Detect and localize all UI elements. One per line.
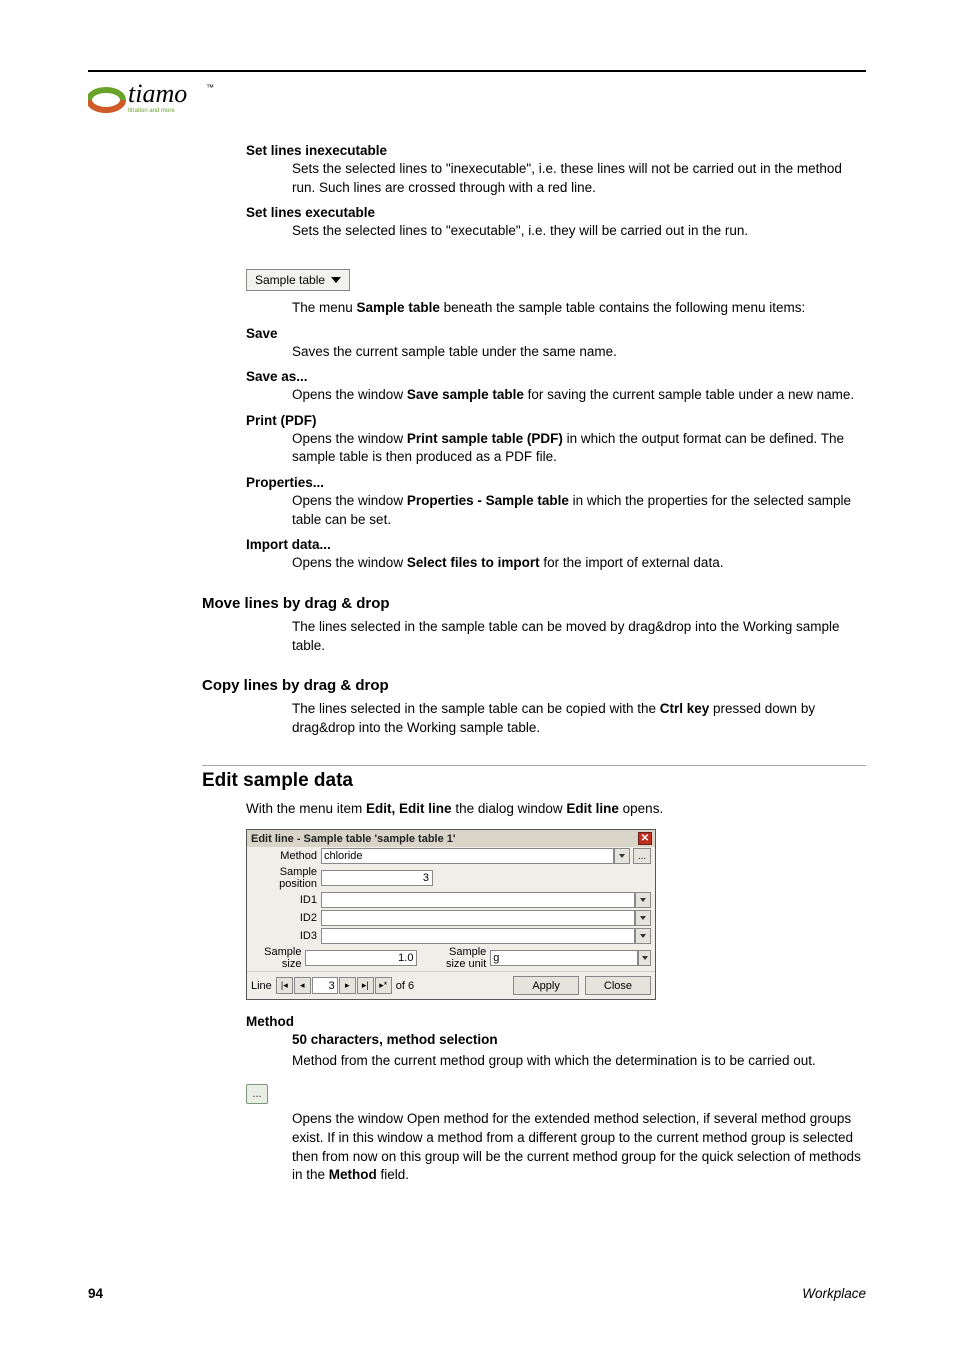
term-save-as: Save as... xyxy=(246,369,866,384)
term-properties: Properties... xyxy=(246,475,866,490)
term-set-inexecutable: Set lines inexecutable xyxy=(246,143,866,158)
method-sub: 50 characters, method selection xyxy=(292,1031,866,1050)
prev-line-button[interactable]: ◂ xyxy=(294,977,311,994)
dialog-title-text: Edit line - Sample table 'sample table 1… xyxy=(251,833,456,845)
id1-dropdown[interactable] xyxy=(635,892,651,908)
heading-move-lines: Move lines by drag & drop xyxy=(202,595,866,612)
sample-size-label: Sample size xyxy=(251,946,305,970)
svg-text:titration and more: titration and more xyxy=(128,108,175,114)
page-number: 94 xyxy=(88,1286,103,1301)
id3-dropdown[interactable] xyxy=(635,928,651,944)
header-rule xyxy=(88,70,866,72)
method-dropdown[interactable] xyxy=(614,848,630,864)
next-line-button[interactable]: ▸ xyxy=(339,977,356,994)
dialog-titlebar: Edit line - Sample table 'sample table 1… xyxy=(247,830,655,847)
sample-position-label: Sample position xyxy=(251,866,321,890)
id3-label: ID3 xyxy=(251,930,321,942)
section-edit-sample-data: Edit sample data xyxy=(202,765,866,792)
heading-edit-sample-data: Edit sample data xyxy=(202,770,866,792)
desc-import-data: Opens the window Select files to import … xyxy=(292,554,866,573)
open-method-desc: Opens the window Open method for the ext… xyxy=(292,1110,866,1185)
id1-label: ID1 xyxy=(251,894,321,906)
edit-sample-intro: With the menu item Edit, Edit line the d… xyxy=(246,800,866,819)
heading-copy-lines: Copy lines by drag & drop xyxy=(202,677,866,694)
chevron-down-icon xyxy=(619,854,625,858)
id1-field[interactable] xyxy=(321,892,635,908)
id2-label: ID2 xyxy=(251,912,321,924)
sample-table-button[interactable]: Sample table xyxy=(246,269,350,291)
id3-field[interactable] xyxy=(321,928,635,944)
section-name: Workplace xyxy=(802,1286,866,1301)
term-save: Save xyxy=(246,326,866,341)
sample-size-unit-field[interactable] xyxy=(490,950,638,966)
desc-set-executable: Sets the selected lines to "executable",… xyxy=(292,222,866,241)
term-method: Method xyxy=(246,1014,866,1029)
desc-save-as: Opens the window Save sample table for s… xyxy=(292,386,866,405)
svg-text:™: ™ xyxy=(206,83,214,92)
desc-copy-lines: The lines selected in the sample table c… xyxy=(292,700,866,737)
sample-size-unit-label: Sample size unit xyxy=(430,946,491,970)
term-print-pdf: Print (PDF) xyxy=(246,413,866,428)
sample-position-field[interactable] xyxy=(321,870,433,886)
close-icon[interactable]: ✕ xyxy=(638,832,652,845)
sample-table-button-label: Sample table xyxy=(255,273,325,287)
open-method-button[interactable]: ... xyxy=(246,1084,268,1104)
edit-line-dialog: Edit line - Sample table 'sample table 1… xyxy=(246,829,656,1000)
desc-properties: Opens the window Properties - Sample tab… xyxy=(292,492,866,529)
term-import-data: Import data... xyxy=(246,537,866,552)
first-line-button[interactable]: |◂ xyxy=(276,977,293,994)
sample-size-unit-dropdown[interactable] xyxy=(638,950,651,966)
svg-text:tiamo: tiamo xyxy=(128,79,187,108)
desc-save: Saves the current sample table under the… xyxy=(292,343,866,362)
id2-dropdown[interactable] xyxy=(635,910,651,926)
method-field[interactable] xyxy=(321,848,614,864)
method-label: Method xyxy=(251,850,321,862)
page-footer: 94 Workplace xyxy=(88,1286,866,1301)
line-total-text: of 6 xyxy=(396,980,414,992)
chevron-down-icon xyxy=(640,934,646,938)
id2-field[interactable] xyxy=(321,910,635,926)
desc-set-inexecutable: Sets the selected lines to "inexecutable… xyxy=(292,160,866,197)
new-line-button[interactable]: ▸* xyxy=(375,977,392,994)
sample-table-intro: The menu Sample table beneath the sample… xyxy=(292,299,866,318)
line-number-field[interactable] xyxy=(312,977,338,994)
method-desc: Method from the current method group wit… xyxy=(292,1052,866,1071)
close-button[interactable]: Close xyxy=(585,976,651,995)
desc-move-lines: The lines selected in the sample table c… xyxy=(292,618,866,655)
desc-print-pdf: Opens the window Print sample table (PDF… xyxy=(292,430,866,467)
sample-size-field[interactable] xyxy=(305,950,417,966)
chevron-down-icon xyxy=(640,898,646,902)
method-browse-button[interactable]: ... xyxy=(633,848,651,864)
apply-button[interactable]: Apply xyxy=(513,976,579,995)
line-label: Line xyxy=(251,980,272,992)
chevron-down-icon xyxy=(640,916,646,920)
chevron-down-icon xyxy=(642,956,648,960)
logo: tiamo ™ titration and more xyxy=(88,78,866,117)
last-line-button[interactable]: ▸| xyxy=(357,977,374,994)
term-set-executable: Set lines executable xyxy=(246,205,866,220)
chevron-down-icon xyxy=(331,277,341,283)
